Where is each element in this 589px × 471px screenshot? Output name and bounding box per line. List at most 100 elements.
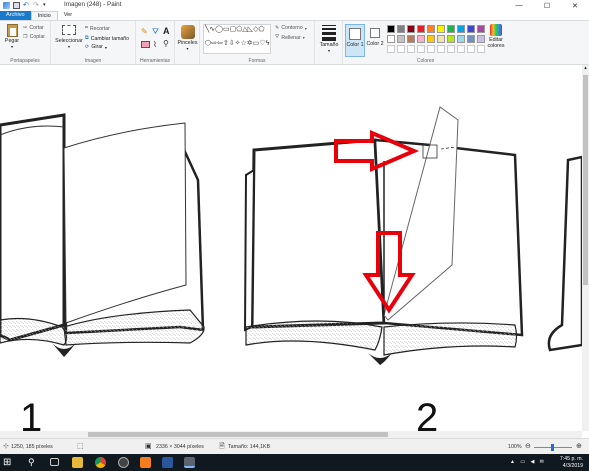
select-button[interactable]: Seleccionar ▾ — [54, 25, 84, 49]
color-swatch[interactable] — [417, 35, 425, 43]
system-tray-icons[interactable]: ▲ ▭ ◀ ✉ — [510, 459, 546, 465]
color-swatch[interactable] — [427, 25, 435, 33]
text-tool-icon[interactable]: A — [163, 26, 170, 36]
color-swatch[interactable] — [447, 35, 455, 43]
color-swatch[interactable] — [407, 35, 415, 43]
minimize-button[interactable]: — — [505, 0, 533, 11]
oval-shape-icon[interactable]: ◯ — [215, 25, 223, 39]
eraser-icon[interactable] — [141, 41, 150, 48]
zoom-out-button[interactable]: ⊖ — [525, 442, 531, 450]
clock[interactable]: 7:45 p. m. 4/3/2019 — [560, 456, 583, 469]
status-bar: ⊹ 1250, 185 píxeles ⬚ ▣ 2336 × 3044 píxe… — [0, 438, 589, 454]
brush-icon — [180, 25, 195, 39]
lightning-shape-icon[interactable]: ϟ — [266, 39, 270, 53]
paste-button[interactable]: Pegar ▾ — [3, 24, 21, 49]
vertical-scroll-thumb[interactable] — [583, 75, 588, 285]
word-icon[interactable] — [162, 457, 173, 468]
color-swatch[interactable] — [477, 35, 485, 43]
app-icon-dark[interactable] — [118, 457, 129, 468]
app-icon-orange[interactable] — [140, 457, 151, 468]
color-swatch[interactable] — [467, 25, 475, 33]
crop-button[interactable]: ⌗ Recortar — [85, 25, 110, 32]
custom-color-slot[interactable] — [427, 45, 435, 53]
undo-icon[interactable]: ↶ — [23, 2, 30, 9]
file-explorer-icon[interactable] — [72, 457, 83, 468]
drawing-canvas[interactable]: 1 2 — [0, 65, 582, 431]
pencil-icon[interactable]: ✎ — [141, 27, 148, 36]
color-swatch[interactable] — [407, 25, 415, 33]
quick-access-toolbar: ↶ ↷ ▾ — [0, 0, 50, 11]
custom-color-slot[interactable] — [417, 45, 425, 53]
scroll-up-icon[interactable]: ▴ — [582, 65, 589, 72]
custom-color-slot[interactable] — [457, 45, 465, 53]
maximize-button[interactable]: ☐ — [533, 0, 561, 11]
color2-button[interactable]: Color 2 — [366, 24, 384, 47]
callout-shape-icon[interactable]: ▭ — [253, 39, 260, 53]
custom-color-slot[interactable] — [407, 45, 415, 53]
cursor-icon: ⊹ — [3, 443, 9, 450]
customize-dropdown-icon[interactable]: ▾ — [43, 2, 50, 9]
color-swatch[interactable] — [397, 25, 405, 33]
zoom-in-button[interactable]: ⊕ — [576, 442, 582, 450]
custom-color-slot[interactable] — [477, 45, 485, 53]
resize-button[interactable]: ⧉ Cambiar tamaño — [85, 35, 129, 42]
custom-color-slot[interactable] — [397, 45, 405, 53]
color-swatch[interactable] — [437, 35, 445, 43]
color-swatch[interactable] — [437, 25, 445, 33]
tab-view[interactable]: Ver — [58, 11, 78, 20]
tab-file[interactable]: Archivo — [0, 11, 31, 20]
color-swatch[interactable] — [447, 25, 455, 33]
shapes-gallery[interactable]: ╲ ∿ ◯ ▭ ▢ ⬠ △ ◺ ◇ ⬠ ⬡ ⇨ ⇦ ⇧ ⇩ ✧ ☆ ✡ ▭ ♡ … — [203, 24, 271, 54]
horizontal-scrollbar[interactable] — [0, 431, 582, 438]
redo-icon[interactable]: ↷ — [33, 2, 40, 9]
canvas-viewport[interactable]: 1 2 — [0, 65, 582, 431]
color-swatch[interactable] — [387, 25, 395, 33]
color-swatch[interactable] — [457, 25, 465, 33]
task-view-icon[interactable] — [50, 458, 59, 466]
pentagon-shape-icon[interactable]: ⬠ — [258, 25, 264, 39]
custom-color-slot[interactable] — [437, 45, 445, 53]
color-swatch[interactable] — [467, 35, 475, 43]
custom-color-slot[interactable] — [447, 45, 455, 53]
tab-home[interactable]: Inicio — [30, 11, 58, 20]
magnifier-icon[interactable]: ⚲ — [163, 39, 169, 48]
save-icon[interactable] — [13, 2, 20, 9]
zoom-slider[interactable] — [534, 444, 572, 451]
brushes-button[interactable]: Pinceles ▾ — [175, 25, 200, 51]
cut-button[interactable]: ✂ Cortar — [23, 25, 44, 31]
color-swatch[interactable] — [397, 35, 405, 43]
close-button[interactable]: ✕ — [561, 0, 589, 11]
selection-rectangle-icon — [62, 25, 76, 35]
start-icon[interactable]: ⊞ — [3, 457, 14, 468]
color-swatch[interactable] — [427, 35, 435, 43]
rectangle-shape-icon[interactable]: ▭ — [223, 25, 230, 39]
search-icon[interactable]: ⚲ — [28, 457, 39, 468]
copy-button[interactable]: ❐ Copiar — [23, 34, 45, 40]
vertical-scrollbar[interactable]: ▴ — [582, 65, 589, 431]
color-swatch[interactable] — [457, 35, 465, 43]
fill-button[interactable]: ⛛ Rellenar ▾ — [275, 34, 305, 41]
chrome-icon[interactable] — [95, 457, 106, 468]
color1-button[interactable]: Color 1 — [345, 24, 365, 57]
paint-taskbar-icon[interactable] — [184, 457, 195, 468]
custom-color-slot[interactable] — [467, 45, 475, 53]
image-group-label: Imagen — [84, 58, 102, 64]
color-swatch[interactable] — [387, 35, 395, 43]
zoom-slider-thumb[interactable] — [551, 444, 554, 451]
selection-size-icon: ⬚ — [77, 443, 84, 450]
custom-color-slot[interactable] — [387, 45, 395, 53]
size-button[interactable]: Tamaño ▾ — [315, 25, 343, 53]
clipboard-icon — [6, 24, 18, 37]
outline-button[interactable]: ✎ Contorno ▾ — [275, 25, 307, 31]
scissors-icon: ✂ — [23, 25, 28, 31]
rainbow-palette-icon — [490, 24, 502, 36]
edit-colors-button[interactable]: Editar colores — [485, 24, 507, 49]
horizontal-scroll-thumb[interactable] — [88, 432, 388, 437]
paint-app-icon[interactable] — [3, 2, 10, 9]
color-swatch[interactable] — [477, 25, 485, 33]
color-picker-icon[interactable]: ⌇ — [153, 40, 157, 49]
color-swatch[interactable] — [417, 25, 425, 33]
rotate-button[interactable]: ⟳ Girar ▾ — [85, 44, 107, 50]
fill-bucket-icon[interactable]: ⛛ — [152, 27, 159, 37]
rounded-rectangle-shape-icon[interactable]: ▢ — [230, 25, 237, 39]
